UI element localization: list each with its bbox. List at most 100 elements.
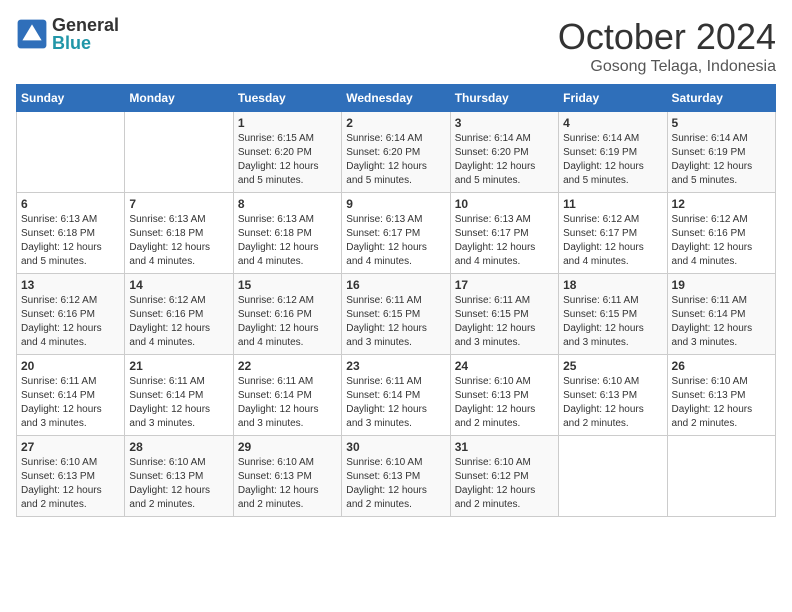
day-info: Sunrise: 6:14 AM Sunset: 6:19 PM Dayligh…: [672, 132, 771, 188]
day-number: 26: [672, 359, 771, 373]
day-number: 8: [238, 197, 337, 211]
calendar-cell: 4Sunrise: 6:14 AM Sunset: 6:19 PM Daylig…: [559, 112, 667, 193]
day-number: 16: [346, 278, 445, 292]
calendar-cell: 23 Sunrise: 6:11 AM Sunset: 6:14 PM Dayli…: [342, 355, 450, 436]
calendar-cell: [125, 112, 233, 193]
day-number: 17: [455, 278, 554, 292]
col-header-monday: Monday: [125, 85, 233, 112]
logo-line1: General: [52, 16, 119, 34]
day-number: 5: [672, 116, 771, 130]
col-header-sunday: Sunday: [17, 85, 125, 112]
calendar-cell: 20 Sunrise: 6:11 AM Sunset: 6:14 PM Dayli…: [17, 355, 125, 436]
day-info: Sunrise: 6:13 AM Sunset: 6:17 PM Dayligh…: [455, 213, 554, 269]
calendar-cell: 12Sunrise: 6:12 AM Sunset: 6:16 PM Dayli…: [667, 193, 775, 274]
calendar-cell: 16 Sunrise: 6:11 AM Sunset: 6:15 PM Dayli…: [342, 274, 450, 355]
calendar-cell: 17 Sunrise: 6:11 AM Sunset: 6:15 PM Dayli…: [450, 274, 558, 355]
day-number: 11: [563, 197, 662, 211]
day-number: 3: [455, 116, 554, 130]
day-number: 14: [129, 278, 228, 292]
day-info: Sunrise: 6:13 AM Sunset: 6:18 PM Dayligh…: [129, 213, 228, 269]
day-number: 22: [238, 359, 337, 373]
calendar-cell: 14 Sunrise: 6:12 AM Sunset: 6:16 PM Dayli…: [125, 274, 233, 355]
calendar-cell: 28Sunrise: 6:10 AM Sunset: 6:13 PM Dayli…: [125, 436, 233, 517]
day-number: 25: [563, 359, 662, 373]
day-number: 18: [563, 278, 662, 292]
day-number: 30: [346, 440, 445, 454]
week-row-5: 27 Sunrise: 6:10 AM Sunset: 6:13 PM Dayli…: [17, 436, 776, 517]
day-info: Sunrise: 6:14 AM Sunset: 6:20 PM Dayligh…: [346, 132, 445, 188]
calendar-cell: [559, 436, 667, 517]
week-row-1: 1Sunrise: 6:15 AM Sunset: 6:20 PM Daylig…: [17, 112, 776, 193]
calendar-cell: 29Sunrise: 6:10 AM Sunset: 6:13 PM Dayli…: [233, 436, 341, 517]
day-number: 19: [672, 278, 771, 292]
day-number: 31: [455, 440, 554, 454]
calendar-cell: 24 Sunrise: 6:10 AM Sunset: 6:13 PM Dayli…: [450, 355, 558, 436]
calendar-cell: 8 Sunrise: 6:13 AM Sunset: 6:18 PM Daylig…: [233, 193, 341, 274]
day-number: 13: [21, 278, 120, 292]
day-number: 12: [672, 197, 771, 211]
title-area: October 2024 Gosong Telaga, Indonesia: [558, 16, 776, 76]
day-number: 24: [455, 359, 554, 373]
calendar-cell: 1Sunrise: 6:15 AM Sunset: 6:20 PM Daylig…: [233, 112, 341, 193]
calendar-cell: 9Sunrise: 6:13 AM Sunset: 6:17 PM Daylig…: [342, 193, 450, 274]
col-header-tuesday: Tuesday: [233, 85, 341, 112]
calendar-cell: 11 Sunrise: 6:12 AM Sunset: 6:17 PM Dayli…: [559, 193, 667, 274]
logo: General Blue: [16, 16, 119, 52]
page-subtitle: Gosong Telaga, Indonesia: [558, 58, 776, 76]
day-info: Sunrise: 6:10 AM Sunset: 6:13 PM Dayligh…: [455, 375, 554, 431]
day-number: 2: [346, 116, 445, 130]
day-number: 23: [346, 359, 445, 373]
day-number: 28: [129, 440, 228, 454]
page-title: October 2024: [558, 16, 776, 58]
col-header-friday: Friday: [559, 85, 667, 112]
day-info: Sunrise: 6:11 AM Sunset: 6:14 PM Dayligh…: [346, 375, 445, 431]
day-number: 21: [129, 359, 228, 373]
day-info: Sunrise: 6:12 AM Sunset: 6:16 PM Dayligh…: [21, 294, 120, 350]
calendar-cell: 5 Sunrise: 6:14 AM Sunset: 6:19 PM Daylig…: [667, 112, 775, 193]
day-info: Sunrise: 6:11 AM Sunset: 6:15 PM Dayligh…: [455, 294, 554, 350]
day-number: 27: [21, 440, 120, 454]
logo-text: General Blue: [52, 16, 119, 52]
calendar-cell: 10 Sunrise: 6:13 AM Sunset: 6:17 PM Dayli…: [450, 193, 558, 274]
logo-icon: [16, 18, 48, 50]
col-header-wednesday: Wednesday: [342, 85, 450, 112]
calendar-cell: 30 Sunrise: 6:10 AM Sunset: 6:13 PM Dayli…: [342, 436, 450, 517]
day-number: 15: [238, 278, 337, 292]
calendar-cell: 26Sunrise: 6:10 AM Sunset: 6:13 PM Dayli…: [667, 355, 775, 436]
day-info: Sunrise: 6:12 AM Sunset: 6:17 PM Dayligh…: [563, 213, 662, 269]
day-info: Sunrise: 6:14 AM Sunset: 6:20 PM Dayligh…: [455, 132, 554, 188]
calendar-cell: 22Sunrise: 6:11 AM Sunset: 6:14 PM Dayli…: [233, 355, 341, 436]
day-number: 20: [21, 359, 120, 373]
day-info: Sunrise: 6:10 AM Sunset: 6:13 PM Dayligh…: [563, 375, 662, 431]
calendar-cell: 19Sunrise: 6:11 AM Sunset: 6:14 PM Dayli…: [667, 274, 775, 355]
day-number: 7: [129, 197, 228, 211]
calendar-table: SundayMondayTuesdayWednesdayThursdayFrid…: [16, 84, 776, 517]
day-info: Sunrise: 6:12 AM Sunset: 6:16 PM Dayligh…: [238, 294, 337, 350]
day-info: Sunrise: 6:11 AM Sunset: 6:15 PM Dayligh…: [346, 294, 445, 350]
calendar-cell: 6 Sunrise: 6:13 AM Sunset: 6:18 PM Daylig…: [17, 193, 125, 274]
calendar-cell: 27Sunrise: 6:10 AM Sunset: 6:13 PM Dayli…: [17, 436, 125, 517]
calendar-cell: 18Sunrise: 6:11 AM Sunset: 6:15 PM Dayli…: [559, 274, 667, 355]
week-row-2: 6 Sunrise: 6:13 AM Sunset: 6:18 PM Daylig…: [17, 193, 776, 274]
calendar-cell: 13 Sunrise: 6:12 AM Sunset: 6:16 PM Dayli…: [17, 274, 125, 355]
day-number: 10: [455, 197, 554, 211]
day-number: 6: [21, 197, 120, 211]
day-info: Sunrise: 6:14 AM Sunset: 6:19 PM Dayligh…: [563, 132, 662, 188]
calendar-cell: [667, 436, 775, 517]
col-header-saturday: Saturday: [667, 85, 775, 112]
week-row-4: 20 Sunrise: 6:11 AM Sunset: 6:14 PM Dayli…: [17, 355, 776, 436]
day-info: Sunrise: 6:13 AM Sunset: 6:18 PM Dayligh…: [238, 213, 337, 269]
day-info: Sunrise: 6:10 AM Sunset: 6:13 PM Dayligh…: [346, 456, 445, 512]
calendar-cell: 21Sunrise: 6:11 AM Sunset: 6:14 PM Dayli…: [125, 355, 233, 436]
calendar-cell: 15 Sunrise: 6:12 AM Sunset: 6:16 PM Dayli…: [233, 274, 341, 355]
calendar-cell: 2 Sunrise: 6:14 AM Sunset: 6:20 PM Daylig…: [342, 112, 450, 193]
day-info: Sunrise: 6:10 AM Sunset: 6:12 PM Dayligh…: [455, 456, 554, 512]
calendar-cell: 31 Sunrise: 6:10 AM Sunset: 6:12 PM Dayli…: [450, 436, 558, 517]
logo-line2: Blue: [52, 34, 119, 52]
calendar-cell: 25 Sunrise: 6:10 AM Sunset: 6:13 PM Dayli…: [559, 355, 667, 436]
day-number: 29: [238, 440, 337, 454]
day-info: Sunrise: 6:11 AM Sunset: 6:14 PM Dayligh…: [21, 375, 120, 431]
day-info: Sunrise: 6:12 AM Sunset: 6:16 PM Dayligh…: [129, 294, 228, 350]
day-number: 9: [346, 197, 445, 211]
day-info: Sunrise: 6:13 AM Sunset: 6:18 PM Dayligh…: [21, 213, 120, 269]
